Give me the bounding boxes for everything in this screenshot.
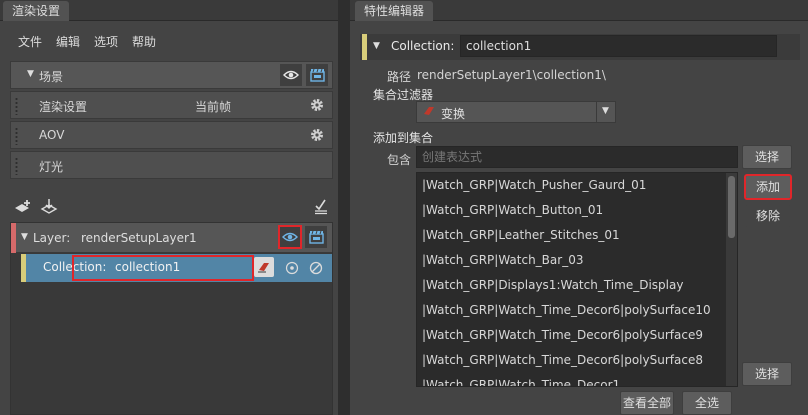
- render-settings-gear-icon[interactable]: [306, 94, 328, 116]
- drag-grip-icon[interactable]: [15, 127, 18, 145]
- view-all-button[interactable]: 查看全部: [620, 391, 674, 415]
- scene-visibility-eye-icon[interactable]: [280, 64, 302, 86]
- render-settings-label: 渲染设置: [39, 100, 88, 114]
- tab-attribute-editor[interactable]: 特性编辑器: [355, 1, 434, 21]
- render-setup-panel: 渲染设置 文件 编辑 选项 帮助 ▼ 场景 渲染设置 当前帧 AOV 灯光 ▼ …: [0, 0, 338, 415]
- add-to-collection-label: 添加到集合: [373, 131, 434, 145]
- collection-name-field[interactable]: collection1: [460, 35, 777, 57]
- scene-row[interactable]: ▼ 场景: [10, 61, 333, 89]
- right-tab-bar: 特性编辑器: [350, 0, 808, 21]
- expand-triangle-icon[interactable]: ▼: [21, 232, 28, 242]
- collection-name[interactable]: collection1: [115, 260, 180, 274]
- lights-label: 灯光: [39, 160, 64, 174]
- list-item[interactable]: |Watch_GRP|Watch_Time_Decor1: [417, 373, 737, 386]
- lights-row[interactable]: 灯光: [10, 151, 333, 179]
- list-item[interactable]: |Watch_GRP|Watch_Time_Decor6|polySurface…: [417, 323, 737, 348]
- menu-help[interactable]: 帮助: [132, 33, 156, 50]
- list-item[interactable]: |Watch_GRP|Watch_Pusher_Gaurd_01: [417, 173, 737, 198]
- add-button[interactable]: 添加: [744, 174, 792, 200]
- render-settings-row[interactable]: 渲染设置 当前帧: [10, 91, 333, 119]
- layer-visibility-eye-icon[interactable]: [278, 225, 302, 249]
- menu-options[interactable]: 选项: [94, 33, 118, 50]
- create-layer-icon[interactable]: [12, 196, 34, 218]
- dropdown-arrow-icon: ▼: [602, 106, 609, 116]
- list-item[interactable]: |Watch_GRP|Displays1:Watch_Time_Display: [417, 273, 737, 298]
- menu-bar: 文件 编辑 选项 帮助: [18, 33, 156, 50]
- path-value: renderSetupLayer1\collection1\: [417, 68, 606, 82]
- panel-splitter[interactable]: [338, 0, 350, 415]
- aov-label: AOV: [39, 128, 65, 142]
- menu-edit[interactable]: 编辑: [56, 33, 80, 50]
- render-setup-tree: ▼ Layer: renderSetupLayer1 Collection: c…: [10, 222, 333, 415]
- collection-header-accent: [362, 34, 367, 60]
- list-item[interactable]: |Watch_GRP|Watch_Bar_03: [417, 248, 737, 273]
- layer-render-clapper-icon[interactable]: [305, 226, 327, 248]
- aov-row[interactable]: AOV: [10, 121, 333, 149]
- collection-members-list[interactable]: |Watch_GRP|Watch_Pusher_Gaurd_01 |Watch_…: [416, 172, 738, 387]
- list-scrollbar[interactable]: [726, 173, 737, 386]
- list-item[interactable]: |Watch_GRP|Leather_Stitches_01: [417, 223, 737, 248]
- list-item[interactable]: |Watch_GRP|Watch_Time_Decor6|polySurface…: [417, 348, 737, 373]
- layer-name: renderSetupLayer1: [81, 231, 197, 245]
- layer-row[interactable]: ▼ Layer: renderSetupLayer1: [11, 223, 332, 253]
- select-all-button[interactable]: 全选: [682, 391, 732, 415]
- scene-render-clapper-icon[interactable]: [306, 64, 328, 86]
- edit-checklist-icon[interactable]: [310, 195, 332, 217]
- collection-row[interactable]: Collection: collection1: [21, 254, 332, 282]
- filter-value: 变换: [441, 107, 466, 121]
- menu-file[interactable]: 文件: [18, 33, 42, 50]
- current-frame-label: 当前帧: [195, 100, 232, 114]
- layer-color-accent: [11, 223, 16, 253]
- collection-header-label: Collection:: [391, 39, 455, 53]
- remove-button[interactable]: 移除: [745, 204, 791, 228]
- layer-prefix: Layer:: [33, 231, 71, 245]
- import-layer-icon[interactable]: [38, 196, 60, 218]
- left-tab-bar: 渲染设置: [0, 0, 338, 21]
- filter-dropdown[interactable]: 变换 ▼: [416, 101, 616, 123]
- collection-isolate-icon[interactable]: [281, 257, 303, 279]
- select-button-2[interactable]: 选择: [742, 362, 792, 386]
- collapse-triangle-icon[interactable]: ▼: [373, 41, 380, 51]
- list-item[interactable]: |Watch_GRP|Watch_Button_01: [417, 198, 737, 223]
- include-expression-input[interactable]: 创建表达式: [416, 146, 738, 168]
- drag-grip-icon[interactable]: [15, 157, 18, 175]
- collection-filter-icon[interactable]: [254, 257, 274, 277]
- path-label: 路径: [387, 70, 412, 84]
- collection-disable-icon[interactable]: [305, 257, 327, 279]
- aov-gear-icon[interactable]: [306, 124, 328, 146]
- collection-color-accent: [21, 254, 26, 282]
- expand-triangle-icon[interactable]: ▼: [27, 69, 34, 79]
- scene-label: 场景: [39, 70, 64, 84]
- filter-type-icon: [422, 105, 436, 120]
- list-item[interactable]: |Watch_GRP|Watch_Time_Decor6|polySurface…: [417, 298, 737, 323]
- tab-render-setup[interactable]: 渲染设置: [3, 1, 70, 21]
- include-label: 包含: [387, 153, 412, 167]
- select-button[interactable]: 选择: [742, 145, 792, 169]
- drag-grip-icon[interactable]: [15, 97, 18, 115]
- scrollbar-thumb[interactable]: [728, 176, 735, 238]
